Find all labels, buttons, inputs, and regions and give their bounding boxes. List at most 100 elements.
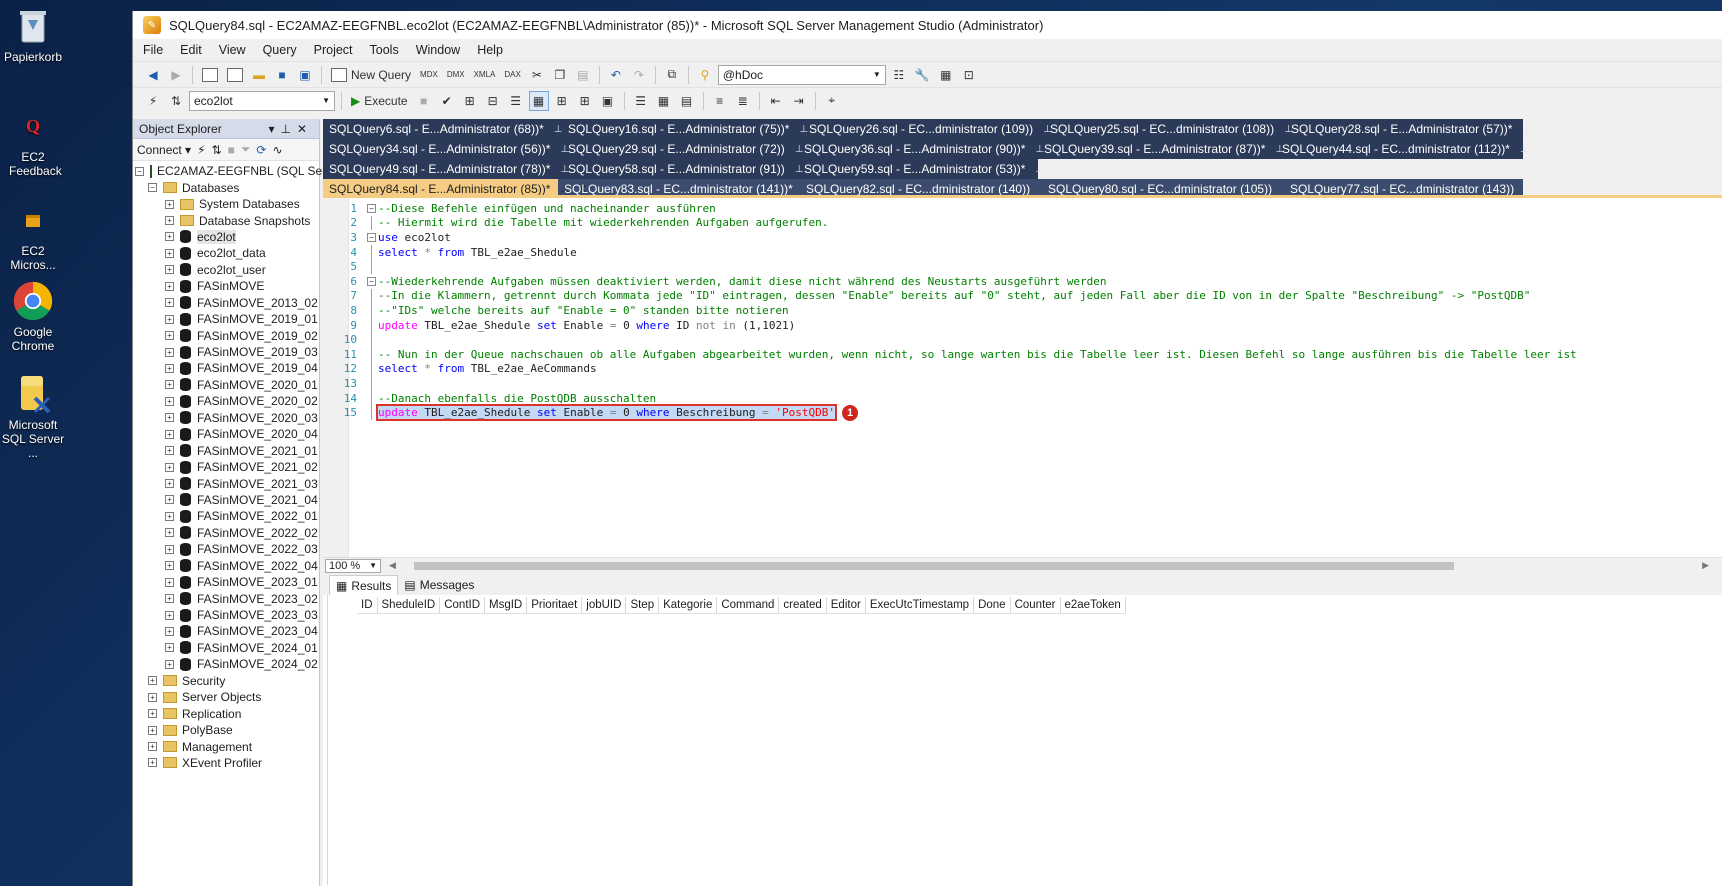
zoom-combo[interactable]: 100 % ▼ <box>325 558 381 573</box>
tree-node-database[interactable]: + FASinMOVE_2022_01 <box>133 508 319 524</box>
live-stats-icon[interactable]: ⊞ <box>575 91 595 111</box>
connect-icon[interactable]: ⚡ <box>143 91 163 111</box>
tree-node-database[interactable]: + FASinMOVE_2023_01 <box>133 574 319 590</box>
scroll-right-icon[interactable]: ▶ <box>1702 560 1709 571</box>
comment-icon[interactable]: ≡ <box>710 91 730 111</box>
menu-help[interactable]: Help <box>477 43 503 57</box>
close-icon[interactable]: ✕ <box>297 122 313 136</box>
change-connection-icon[interactable]: ⇅ <box>166 91 186 111</box>
tree-node-server-folder[interactable]: + PolyBase <box>133 722 319 738</box>
tab-results[interactable]: ▦ Results <box>329 575 399 595</box>
column-header[interactable]: Counter <box>1011 597 1061 613</box>
results-to-grid-icon[interactable]: ▦ <box>528 90 549 111</box>
connect-object-explorer-icon[interactable]: ⚡ <box>197 143 205 157</box>
tree-node-database[interactable]: + FASinMOVE_2019_04 <box>133 360 319 376</box>
column-header[interactable]: created <box>779 597 827 613</box>
expand-icon[interactable]: + <box>148 758 157 768</box>
tree-node-database[interactable]: + FASinMOVE_2022_02 <box>133 525 319 541</box>
tree-node-server[interactable]: − EC2AMAZ-EEGFNBL (SQL Server <box>133 163 343 179</box>
tree-node-database[interactable]: + FASinMOVE_2021_02 <box>133 459 319 475</box>
redo-icon[interactable]: ↷ <box>629 65 649 85</box>
expand-icon[interactable]: + <box>165 659 174 669</box>
menu-tools[interactable]: Tools <box>370 43 399 57</box>
column-header[interactable]: MsgID <box>485 597 528 613</box>
document-tab[interactable]: SQLQuery26.sql - EC...dministrator (109)… <box>803 119 1052 139</box>
menu-view[interactable]: View <box>219 43 246 57</box>
collapse-icon[interactable]: − <box>367 276 376 286</box>
document-tab[interactable]: SQLQuery28.sql - E...Administrator (57))… <box>1285 119 1531 139</box>
save-icon[interactable]: ■ <box>272 65 292 85</box>
filter-icon[interactable]: ⏷ <box>241 142 251 157</box>
expand-icon[interactable]: + <box>165 577 174 587</box>
undo-icon[interactable]: ↶ <box>606 65 626 85</box>
tree-node-server-folder[interactable]: + Management <box>133 738 319 754</box>
menu-file[interactable]: File <box>143 43 163 57</box>
menu-project[interactable]: Project <box>314 43 353 57</box>
expand-icon[interactable]: + <box>165 610 174 620</box>
expand-icon[interactable]: + <box>165 462 174 472</box>
scroll-left-icon[interactable]: ◀ <box>389 560 396 571</box>
expand-icon[interactable]: + <box>165 413 174 423</box>
document-tab[interactable]: SQLQuery39.sql - E...Administrator (87))… <box>1038 139 1284 159</box>
expand-icon[interactable]: + <box>165 643 174 653</box>
expand-icon[interactable]: + <box>165 363 174 373</box>
tree-node-database[interactable]: + FASinMOVE_2019_03 <box>133 344 319 360</box>
database-combo[interactable]: eco2lot ▼ <box>189 90 335 111</box>
tree-node-database[interactable]: + FASinMOVE_2023_04 <box>133 623 319 639</box>
column-header[interactable]: ID <box>357 597 378 613</box>
collapse-icon[interactable]: − <box>148 183 157 193</box>
tree-node-database[interactable]: + FASinMOVE_2022_03 <box>133 541 319 557</box>
stop-icon[interactable]: ■ <box>228 143 235 157</box>
column-header[interactable]: Step <box>626 597 660 613</box>
expand-icon[interactable]: + <box>165 380 174 390</box>
find-in-files-icon[interactable]: ⚲ <box>695 65 715 85</box>
collapse-icon[interactable]: − <box>135 166 144 176</box>
document-tab[interactable]: SQLQuery49.sql - E...Administrator (78))… <box>323 159 569 179</box>
parse-icon[interactable]: ✔ <box>437 91 457 111</box>
tree-node-database[interactable]: + FASinMOVE_2023_03 <box>133 607 319 623</box>
new-project-icon[interactable] <box>199 65 221 85</box>
chevron-down-icon[interactable]: ▾ <box>268 122 280 136</box>
include-plan-icon[interactable]: ⊞ <box>552 91 572 111</box>
tree-node-database[interactable]: + FASinMOVE_2020_04 <box>133 426 319 442</box>
tree-node-database[interactable]: + FASinMOVE_2024_01 <box>133 640 319 656</box>
results-grid-icon[interactable]: ▦ <box>654 91 674 111</box>
uncomment-icon[interactable]: ≣ <box>733 91 753 111</box>
column-header[interactable]: e2aeToken <box>1061 597 1126 613</box>
desktop-icon-ec2-feedback[interactable]: Q EC2 Feedback <box>0 106 66 178</box>
horizontal-scrollbar[interactable] <box>408 561 1702 571</box>
expand-icon[interactable]: + <box>165 248 174 258</box>
cut-icon[interactable]: ✂ <box>527 65 547 85</box>
query-designer-icon[interactable]: ⊟ <box>483 91 503 111</box>
tree-node-database[interactable]: + eco2lot_data <box>133 245 319 261</box>
tree-node-database[interactable]: + eco2lot <box>133 229 319 245</box>
document-tab[interactable]: SQLQuery6.sql - E...Administrator (68))*… <box>323 119 562 139</box>
expand-icon[interactable]: + <box>165 347 174 357</box>
wrench-icon[interactable]: 🔧 <box>912 65 933 85</box>
column-header[interactable]: SheduleID <box>378 597 441 613</box>
expand-icon[interactable]: + <box>165 511 174 521</box>
display-plan-icon[interactable]: ⊞ <box>460 91 480 111</box>
expand-icon[interactable]: + <box>165 314 174 324</box>
copy-icon[interactable]: ❐ <box>550 65 570 85</box>
menu-query[interactable]: Query <box>263 43 297 57</box>
tree-node-databases[interactable]: − Databases <box>133 179 319 195</box>
decrease-indent-icon[interactable]: ⇤ <box>766 91 786 111</box>
expand-icon[interactable]: + <box>165 396 174 406</box>
tree-node-db-folder[interactable]: + Database Snapshots <box>133 212 319 228</box>
column-header[interactable]: Command <box>717 597 780 613</box>
pin-icon[interactable]: ⊥ <box>280 122 296 136</box>
dmx-query-icon[interactable]: DMX <box>444 65 468 85</box>
tree-node-database[interactable]: + FASinMOVE_2019_02 <box>133 327 319 343</box>
collapse-icon[interactable]: − <box>367 203 376 213</box>
tree-node-database[interactable]: + FASinMOVE_2020_02 <box>133 393 319 409</box>
expand-icon[interactable]: + <box>165 594 174 604</box>
tree-node-server-folder[interactable]: + Server Objects <box>133 689 319 705</box>
tab-messages[interactable]: ▤ Messages <box>398 575 480 595</box>
column-header[interactable]: ExecUtcTimestamp <box>866 597 975 613</box>
tree-node-server-folder[interactable]: + XEvent Profiler <box>133 755 319 771</box>
desktop-icon-chrome[interactable]: Google Chrome <box>0 281 66 353</box>
client-stats-icon[interactable]: ▣ <box>598 91 618 111</box>
selected-statement[interactable]: update TBL_e2ae_Shedule set Enable = 0 w… <box>375 404 838 422</box>
column-header[interactable]: Editor <box>827 597 866 613</box>
